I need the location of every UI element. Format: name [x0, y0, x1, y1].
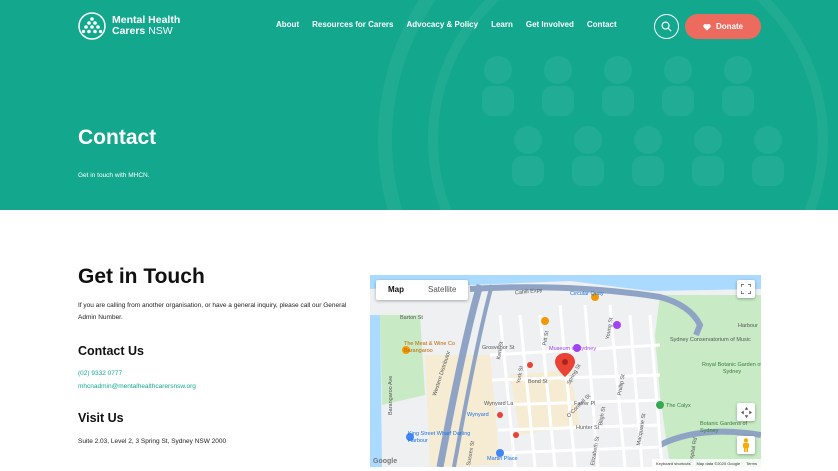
nav-advocacy-policy[interactable]: Advocacy & Policy — [406, 20, 478, 29]
logo-line-2b: NSW — [148, 25, 173, 37]
search-button[interactable] — [654, 14, 679, 39]
map-label-barangaroo-ave: Barangaroo Ave — [388, 375, 394, 415]
camera-control-button[interactable] — [737, 403, 755, 421]
logo-mark-icon — [78, 12, 106, 40]
get-in-touch-heading: Get in Touch — [78, 265, 205, 288]
fullscreen-icon — [741, 284, 751, 294]
terms-link[interactable]: Terms — [746, 461, 757, 466]
street-view-button[interactable] — [737, 436, 755, 454]
get-in-touch-section: Get in Touch If you are calling from ano… — [78, 265, 353, 324]
google-logo: Google — [373, 458, 398, 465]
heart-icon — [703, 23, 711, 31]
keyboard-shortcuts-link[interactable]: Keyboard shortcuts — [656, 461, 690, 466]
site-logo[interactable]: Mental Health Carers NSW — [78, 12, 180, 40]
map-poi-conservatorium: Sydney Conservatorium of Music — [670, 337, 751, 343]
map-label-wynyard-la: Wynyard La — [484, 401, 514, 407]
hero-people-pattern — [482, 56, 784, 186]
map-poi-royal-botanic: Royal Botanic Garden of Sydney — [702, 362, 761, 375]
map-label-circular-quay: Circular Quay — [570, 291, 604, 297]
map-data-attribution: Map data ©2025 Google — [696, 460, 741, 466]
donate-button[interactable]: Donate — [685, 14, 761, 39]
pegman-icon — [743, 438, 749, 452]
main-nav: About Resources for Carers Advocacy & Po… — [276, 20, 630, 29]
google-map[interactable]: Cahill Expy Circular Quay Grosvenor St B… — [370, 275, 761, 467]
map-label-bond-st: Bond St — [528, 379, 548, 385]
map-poi-king-street-wharf: King Street Wharf Darling Harbour — [408, 431, 471, 444]
map-label-harbour: Harbour — [738, 323, 758, 329]
map-label-hunter-st: Hunter St — [576, 425, 600, 431]
phone-link[interactable]: (02) 9332 0777 — [78, 370, 122, 377]
email-link[interactable]: mhcnadmin@mentalhealthcarersnsw.org — [78, 383, 196, 390]
nav-resources-for-carers[interactable]: Resources for Carers — [312, 20, 393, 29]
address-text: Suite 2.03, Level 2, 3 Spring St, Sydney… — [78, 438, 227, 445]
map-poi-museum: Museum of Sydney — [549, 346, 597, 352]
nav-contact[interactable]: Contact — [587, 20, 617, 29]
map-label-barton-st: Barton St — [400, 315, 423, 321]
map-poi-meat-wine: The Meat & Wine Co Barangaroo — [404, 341, 456, 354]
map-poi-botanic-gardens: Botanic Gardens of Sydney — [700, 421, 748, 434]
map-poi-calyx: The Calyx — [666, 403, 691, 409]
hero-banner: Mental Health Carers NSW About Resources… — [0, 0, 838, 210]
map-label-farrer-pl: Farrer Pl — [574, 401, 596, 407]
get-in-touch-intro: If you are calling from another organisa… — [78, 302, 347, 321]
donate-label: Donate — [715, 22, 744, 31]
nav-about[interactable]: About — [276, 20, 299, 29]
map-label-wynyard: Wynyard — [467, 412, 489, 418]
map-footer: Keyboard shortcuts Map data ©2025 Google… — [651, 459, 761, 467]
fullscreen-button[interactable] — [737, 280, 755, 298]
nav-learn[interactable]: Learn — [491, 20, 513, 29]
page-title: Contact — [78, 126, 157, 149]
logo-line-2: Carers — [112, 25, 146, 37]
map-label-martin-place: Martin Place — [487, 456, 518, 462]
page-subtitle: Get in touch with MHCN. — [78, 172, 150, 179]
search-icon — [661, 21, 672, 32]
nav-get-involved[interactable]: Get Involved — [526, 20, 574, 29]
contact-us-heading: Contact Us — [78, 344, 144, 358]
move-arrows-icon — [740, 406, 752, 418]
map-type-toggle: Map Satellite — [376, 280, 469, 300]
logo-text: Mental Health Carers NSW — [112, 15, 180, 37]
visit-us-heading: Visit Us — [78, 411, 124, 425]
map-tab-map[interactable]: Map — [376, 280, 416, 300]
map-tab-satellite[interactable]: Satellite — [416, 280, 468, 300]
